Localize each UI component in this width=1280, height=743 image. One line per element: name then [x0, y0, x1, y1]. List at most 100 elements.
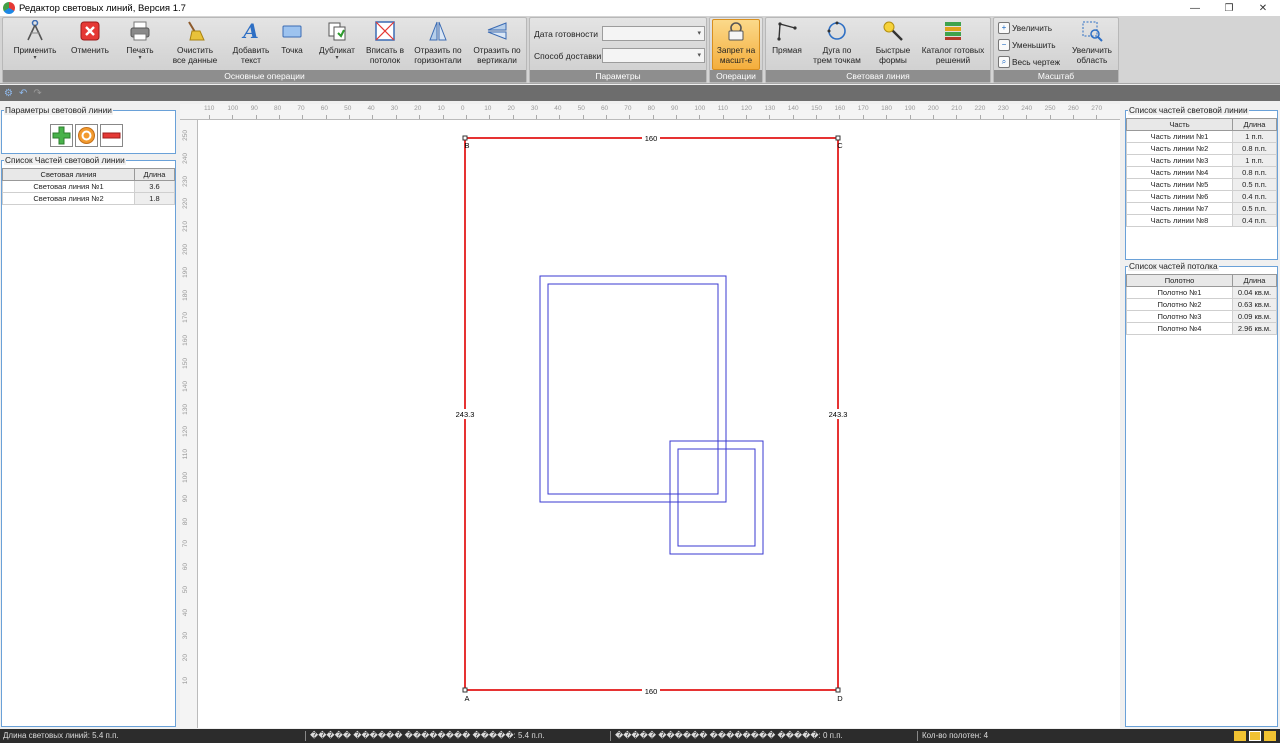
- corner-handle[interactable]: [462, 687, 468, 693]
- table-row[interactable]: Часть линии №1 1 п.п.: [1126, 130, 1277, 143]
- undo-icon[interactable]: ↶: [19, 88, 27, 99]
- redo-icon[interactable]: ↷: [33, 88, 41, 99]
- group-main-operations: Применить ▾ Отменить Печать ▾ Очистить в…: [2, 17, 527, 83]
- cancel-button[interactable]: Отменить: [67, 20, 113, 55]
- close-button[interactable]: ✕: [1246, 0, 1280, 16]
- line-length: 3.6: [134, 180, 175, 193]
- view-icon[interactable]: [1234, 731, 1246, 741]
- table-row[interactable]: Часть линии №6 0.4 п.п.: [1126, 190, 1277, 203]
- corner-label-a: A: [464, 694, 469, 703]
- clear-all-button[interactable]: Очистить все данные: [166, 20, 224, 65]
- corner-label-b: B: [464, 141, 469, 150]
- quick-shapes-button[interactable]: Быстрые формы: [870, 20, 916, 65]
- light-line-inner[interactable]: [677, 448, 756, 547]
- quick-shapes-label: Быстрые формы: [875, 45, 911, 65]
- group-caption: Параметры: [530, 70, 706, 82]
- point-button[interactable]: Точка: [275, 20, 309, 55]
- refresh-line-button[interactable]: [75, 124, 98, 147]
- row-name: Часть линии №2: [1126, 142, 1233, 155]
- row-name: Полотно №1: [1126, 286, 1233, 299]
- table-row[interactable]: Часть линии №7 0.5 п.п.: [1126, 202, 1277, 215]
- ceiling-outline[interactable]: [464, 137, 839, 691]
- status-separator: [610, 731, 611, 741]
- light-line-parts-panel: Список Частей световой линии Световая ли…: [1, 155, 176, 727]
- zoom-in-button[interactable]: + Увеличить: [998, 22, 1052, 34]
- status-field-2: ����� ������ �������� �����: 5.4 п.п.: [310, 731, 545, 740]
- fit-ceiling-label: Вписать в потолок: [365, 45, 405, 65]
- corner-handle[interactable]: [835, 135, 841, 141]
- line-button[interactable]: Прямая: [770, 20, 804, 55]
- group-caption: Основные операции: [3, 70, 526, 82]
- dimension-left: 243.3: [456, 410, 475, 419]
- table-row[interactable]: Полотно №3 0.09 кв.м.: [1126, 310, 1277, 323]
- catalog-button[interactable]: Каталог готовых решений: [918, 20, 988, 65]
- no-scale-button[interactable]: Запрет на масшт-е: [712, 19, 760, 70]
- catalog-label: Каталог готовых решений: [921, 45, 985, 65]
- table-row[interactable]: Часть линии №8 0.4 п.п.: [1126, 214, 1277, 227]
- table-row[interactable]: Полотно №1 0.04 кв.м.: [1126, 286, 1277, 299]
- duplicate-label: Дубликат: [319, 45, 355, 55]
- quick-access-toolbar: ⚙ ↶ ↷: [0, 85, 1280, 101]
- minus-icon: [102, 132, 121, 139]
- magnifier-icon: ⌕: [998, 56, 1010, 68]
- flip-horizontal-label: Отразить по горизонтали: [414, 45, 462, 65]
- table-row[interactable]: Часть линии №3 1 п.п.: [1126, 154, 1277, 167]
- dropdown-arrow-icon: ▾: [138, 55, 142, 61]
- light-line-outer[interactable]: [669, 440, 764, 555]
- quick-settings-icon[interactable]: ⚙: [4, 88, 13, 99]
- table-row[interactable]: Часть линии №5 0.5 п.п.: [1126, 178, 1277, 191]
- delivery-combo[interactable]: ▾: [602, 48, 705, 63]
- add-text-label: Добавить текст: [232, 45, 270, 65]
- fit-icon: [374, 20, 396, 42]
- apply-button[interactable]: Применить ▾: [9, 20, 61, 61]
- column-header: Длина: [134, 168, 175, 181]
- ready-date-combo[interactable]: ▾: [602, 26, 705, 41]
- add-line-button[interactable]: [50, 124, 73, 147]
- table-row[interactable]: Световая линия №1 3.6: [2, 180, 175, 193]
- group-scale: + Увеличить − Уменьшить ⌕ Весь чертеж Ув…: [993, 17, 1119, 83]
- row-length: 0.8 п.п.: [1232, 166, 1277, 179]
- cancel-label: Отменить: [71, 45, 109, 55]
- flip-vertical-button[interactable]: Отразить по вертикали: [470, 20, 524, 65]
- table-row[interactable]: Часть линии №4 0.8 п.п.: [1126, 166, 1277, 179]
- row-name: Часть линии №5: [1126, 178, 1233, 191]
- minimize-button[interactable]: —: [1178, 0, 1212, 16]
- group-caption: Световая линия: [766, 70, 990, 82]
- column-header: Полотно: [1126, 274, 1233, 287]
- clear-all-label: Очистить все данные: [172, 45, 218, 65]
- light-line-2[interactable]: [669, 440, 764, 555]
- zoom-all-button[interactable]: ⌕ Весь чертеж: [998, 56, 1060, 68]
- fit-ceiling-button[interactable]: Вписать в потолок: [363, 20, 407, 65]
- status-total-length: Длина световых линий: 5.4 п.п.: [3, 731, 119, 740]
- zoom-out-button[interactable]: − Уменьшить: [998, 39, 1056, 51]
- arc-three-points-button[interactable]: Дуга по трем точкам: [810, 20, 864, 65]
- grid-icon[interactable]: [1264, 731, 1276, 741]
- remove-line-button[interactable]: [100, 124, 123, 147]
- drawing-canvas[interactable]: 110 100 90 80 70 60 50 40 30 20 10 0 10 20 30 40 50 60 70 8…: [180, 104, 1120, 728]
- table-row[interactable]: Световая линия №2 1.8: [2, 192, 175, 205]
- cancel-icon: [79, 20, 101, 42]
- table-row[interactable]: Часть линии №2 0.8 п.п.: [1126, 142, 1277, 155]
- table-row[interactable]: Полотно №4 2.96 кв.м.: [1126, 322, 1277, 335]
- light-line-inner[interactable]: [547, 283, 719, 495]
- restore-button[interactable]: ❐: [1212, 0, 1246, 16]
- status-separator: [305, 731, 306, 741]
- layout-icon[interactable]: [1249, 731, 1261, 741]
- corner-handle[interactable]: [462, 135, 468, 141]
- chevron-down-icon: ▾: [697, 52, 701, 59]
- flip-horizontal-button[interactable]: Отразить по горизонтали: [411, 20, 465, 65]
- zoom-area-button[interactable]: Увеличить область: [1068, 20, 1116, 65]
- zoom-out-icon: −: [998, 39, 1010, 51]
- corner-handle[interactable]: [835, 687, 841, 693]
- light-line-1[interactable]: [539, 275, 727, 503]
- title-bar: Редактор световых линий, Версия 1.7 — ❐ …: [0, 0, 1280, 16]
- table-row[interactable]: Полотно №2 0.63 кв.м.: [1126, 298, 1277, 311]
- add-text-button[interactable]: A Добавить текст: [229, 20, 273, 65]
- chevron-down-icon: ▾: [697, 30, 701, 37]
- group-caption: Масштаб: [994, 70, 1118, 82]
- light-line-outer[interactable]: [539, 275, 727, 503]
- row-name: Полотно №4: [1126, 322, 1233, 335]
- dimension-bottom: 160: [645, 687, 658, 696]
- duplicate-button[interactable]: Дубликат ▾: [315, 20, 359, 61]
- print-button[interactable]: Печать ▾: [119, 20, 161, 61]
